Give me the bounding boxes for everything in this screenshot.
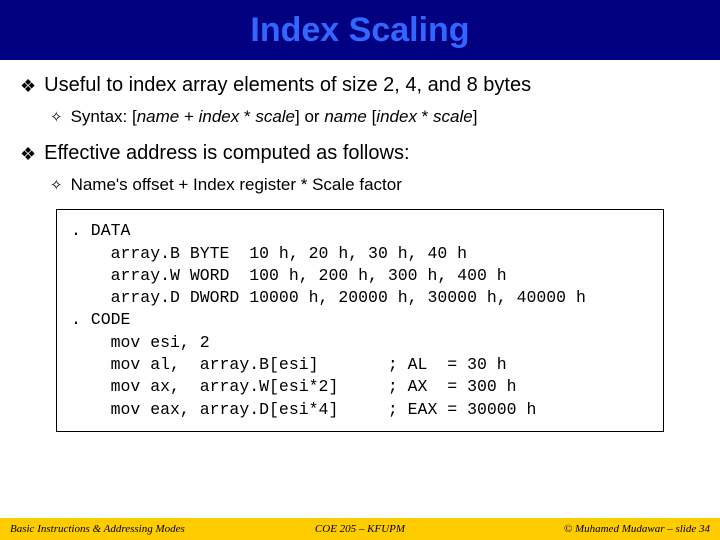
slide-title: Index Scaling: [250, 11, 469, 50]
bullet-text: Useful to index array elements of size 2…: [44, 74, 531, 97]
bullet-text: Effective address is computed as follows…: [44, 142, 409, 165]
bullet-level2: ✧ Name's offset + Index register * Scale…: [50, 175, 700, 198]
bullet-level1: ❖ Effective address is computed as follo…: [20, 142, 700, 167]
txt: *: [239, 107, 255, 126]
footer-center: COE 205 – KFUPM: [315, 523, 405, 535]
syntax-scale: scale: [433, 107, 473, 126]
diamond-icon: ❖: [20, 74, 36, 99]
diamond-icon: ❖: [20, 142, 36, 167]
footer-left: Basic Instructions & Addressing Modes: [10, 523, 185, 535]
txt: [: [367, 107, 376, 126]
txt: ]: [473, 107, 478, 126]
txt: +: [179, 107, 198, 126]
slide-content: ❖ Useful to index array elements of size…: [0, 60, 720, 432]
code-block: . DATA array.B BYTE 10 h, 20 h, 30 h, 40…: [56, 209, 664, 431]
cross-icon: ✧: [50, 175, 63, 198]
syntax-name: name: [324, 107, 367, 126]
txt: Syntax: [: [71, 107, 137, 126]
title-bar: Index Scaling: [0, 0, 720, 60]
syntax-index: index: [199, 107, 240, 126]
syntax-index: index: [376, 107, 417, 126]
cross-icon: ✧: [50, 107, 63, 130]
txt: *: [417, 107, 433, 126]
txt: ] or: [295, 107, 324, 126]
bullet-text: Name's offset + Index register * Scale f…: [71, 175, 402, 195]
syntax-scale: scale: [255, 107, 295, 126]
footer-right: © Muhamed Mudawar – slide 34: [564, 523, 710, 535]
bullet-level2: ✧ Syntax: [name + index * scale] or name…: [50, 107, 700, 130]
bullet-text: Syntax: [name + index * scale] or name […: [71, 107, 478, 127]
syntax-name: name: [137, 107, 180, 126]
bullet-level1: ❖ Useful to index array elements of size…: [20, 74, 700, 99]
slide-footer: Basic Instructions & Addressing Modes CO…: [0, 518, 720, 540]
